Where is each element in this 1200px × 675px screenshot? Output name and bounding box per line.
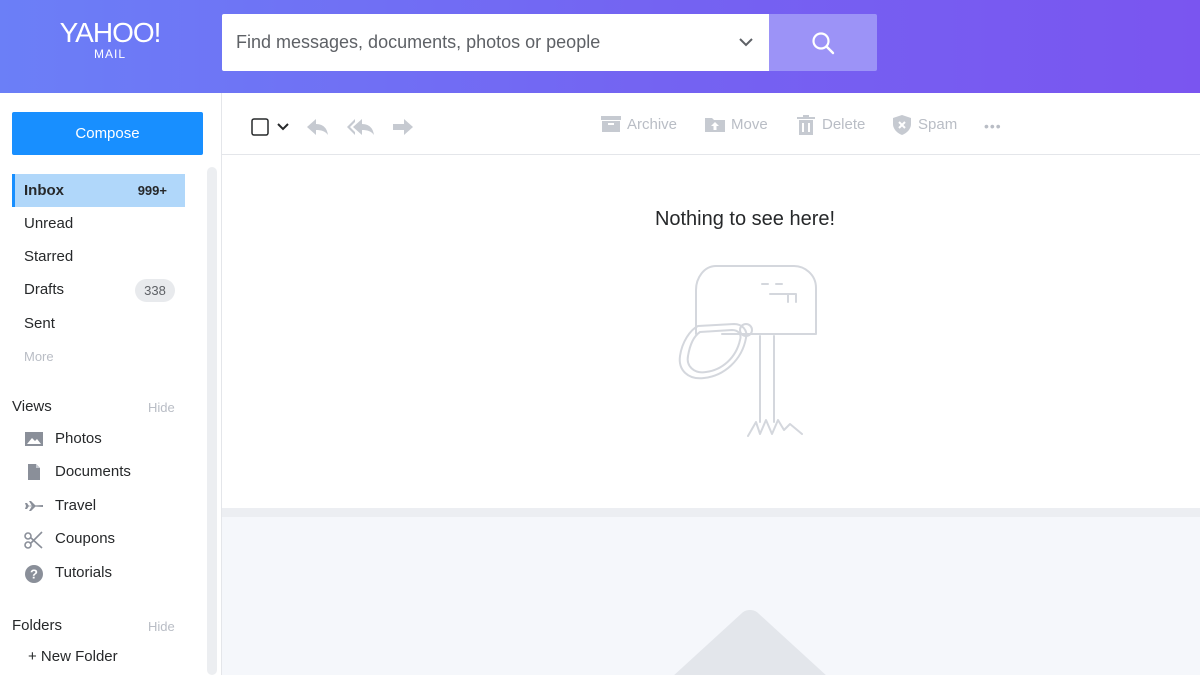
chevron-down-icon[interactable]	[276, 121, 290, 133]
delete-button[interactable]: Delete	[796, 113, 871, 137]
forward-icon[interactable]	[392, 117, 414, 137]
select-all-checkbox[interactable]	[251, 118, 269, 136]
reply-all-icon[interactable]	[347, 117, 375, 137]
search-button[interactable]	[769, 14, 877, 71]
logo-subtitle: MAIL	[93, 47, 126, 61]
sidebar-item-label: Drafts	[24, 281, 65, 298]
sidebar-item-label: Starred	[24, 248, 74, 265]
drafts-count-badge: 338	[135, 279, 175, 302]
spam-button[interactable]: Spam	[892, 113, 962, 137]
sidebar-item-label: Inbox	[24, 182, 64, 199]
folders-section-title: Folders	[12, 617, 63, 634]
shield-icon	[893, 115, 911, 135]
empty-state-message: Nothing to see here!	[654, 208, 836, 230]
sidebar: Compose Inbox 999+ Unread Starred Drafts…	[0, 93, 222, 675]
app-header: YAHOO! MAIL	[0, 0, 1200, 93]
search-input[interactable]	[236, 14, 726, 71]
svg-text:?: ?	[30, 567, 38, 582]
compose-button[interactable]: Compose	[12, 112, 203, 155]
yahoo-mail-logo[interactable]: YAHOO! MAIL	[40, 17, 180, 61]
more-actions-button[interactable]: •••	[984, 114, 1014, 138]
new-folder-link[interactable]: + New Folder	[28, 648, 118, 665]
mailbox-illustration	[678, 265, 817, 437]
logo-wordmark: YAHOO!	[59, 17, 162, 48]
search-box	[222, 14, 770, 71]
sidebar-item-label: Unread	[24, 215, 74, 232]
help-icon: ?	[25, 565, 43, 583]
reply-icon[interactable]	[306, 117, 330, 137]
search-icon	[812, 32, 835, 55]
sidebar-item-sent[interactable]: Sent	[12, 307, 185, 340]
view-item-label: Photos	[55, 430, 102, 447]
views-section-title: Views	[12, 398, 52, 415]
chevron-down-icon[interactable]	[735, 33, 757, 53]
view-item-label: Travel	[55, 497, 97, 514]
view-item-label: Coupons	[55, 530, 116, 547]
delete-label: Delete	[822, 116, 866, 133]
folders-hide-link[interactable]: Hide	[148, 619, 175, 634]
spam-label: Spam	[918, 116, 958, 133]
archive-label: Archive	[627, 116, 678, 133]
views-hide-link[interactable]: Hide	[148, 400, 175, 415]
photo-icon	[25, 432, 43, 446]
document-icon	[28, 464, 40, 480]
archive-icon	[601, 116, 621, 132]
move-icon	[705, 118, 725, 132]
sidebar-item-unread[interactable]: Unread	[12, 207, 185, 240]
view-item-label: Tutorials	[55, 564, 112, 581]
more-link[interactable]: More	[24, 349, 54, 364]
sidebar-item-inbox[interactable]: Inbox 999+	[12, 174, 185, 207]
unread-count-badge: 999+	[137, 183, 167, 198]
move-label: Move	[731, 116, 768, 133]
sidebar-scrollbar[interactable]	[207, 167, 217, 675]
scissors-icon	[24, 531, 43, 549]
move-button[interactable]: Move	[705, 113, 775, 137]
trash-icon	[797, 115, 815, 135]
view-item-label: Documents	[55, 463, 131, 480]
message-preview-pane	[222, 508, 1200, 675]
envelope-icon	[674, 610, 826, 675]
plane-icon	[25, 501, 43, 511]
message-toolbar: Archive Move Delete Spam •••	[222, 93, 1200, 155]
sidebar-item-starred[interactable]: Starred	[12, 240, 185, 273]
sidebar-item-label: Sent	[24, 315, 55, 332]
archive-button[interactable]: Archive	[601, 113, 686, 137]
